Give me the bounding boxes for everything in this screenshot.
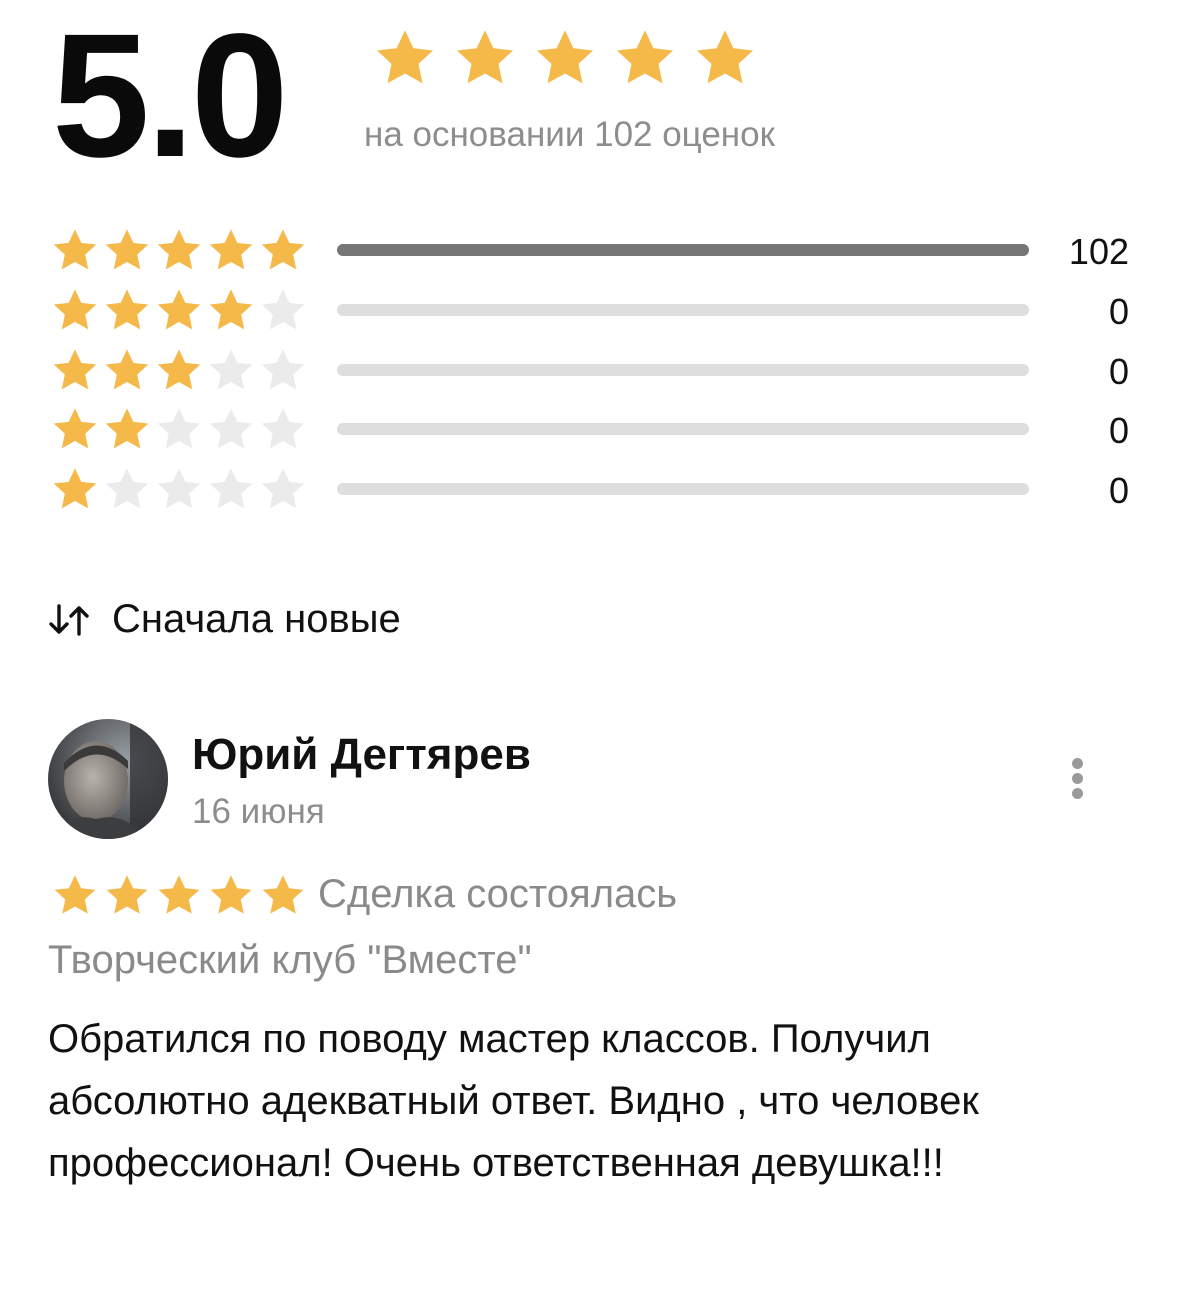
star-empty-icon (105, 468, 149, 509)
star-empty-icon (261, 349, 305, 390)
star-filled-icon (105, 408, 149, 449)
rating-count: 0 (1108, 410, 1129, 451)
avatar-photo (48, 719, 168, 839)
star-filled-icon (209, 289, 253, 330)
star-empty-icon (209, 468, 253, 509)
star-filled-icon (157, 349, 201, 390)
star-filled-icon (53, 289, 97, 330)
rating-row-3[interactable]: 0 (50, 346, 1150, 396)
star-empty-icon (209, 408, 253, 449)
star-filled-icon (376, 30, 434, 84)
rating-row-5[interactable]: 102 (50, 226, 1150, 276)
star-filled-icon (53, 468, 97, 509)
rating-count: 0 (1108, 291, 1129, 332)
review-listing-title[interactable]: Творческий клуб "Вместе" (48, 938, 532, 983)
star-filled-icon (53, 349, 97, 390)
star-empty-icon (261, 468, 305, 509)
star-filled-icon (157, 229, 201, 270)
rating-bar-track (337, 364, 1029, 376)
review-rating-stars (50, 872, 308, 920)
avatar[interactable] (48, 719, 168, 839)
star-filled-icon (536, 30, 594, 84)
star-filled-icon (209, 229, 253, 270)
rating-row-4[interactable]: 0 (50, 286, 1150, 336)
rating-bar-track (337, 244, 1029, 256)
ratings-count-caption: на основании 102 оценок (364, 115, 775, 154)
star-empty-icon (157, 408, 201, 449)
star-filled-icon (456, 30, 514, 84)
rating-count: 102 (1068, 231, 1129, 272)
average-rating-stars (372, 26, 758, 92)
star-empty-icon (261, 408, 305, 449)
deal-status: Сделка состоялась (318, 872, 678, 916)
star-empty-icon (261, 289, 305, 330)
star-empty-icon (209, 349, 253, 390)
average-score: 5.0 (52, 0, 289, 194)
star-filled-icon (210, 875, 252, 914)
rating-bar-track (337, 423, 1029, 435)
star-filled-icon (54, 875, 96, 914)
more-vertical-icon[interactable] (1066, 758, 1090, 800)
star-filled-icon (262, 875, 304, 914)
rating-bar-fill (337, 244, 1029, 256)
star-filled-icon (105, 289, 149, 330)
review-author-name[interactable]: Юрий Дегтярев (192, 730, 531, 780)
star-filled-icon (105, 229, 149, 270)
star-filled-icon (105, 349, 149, 390)
rating-row-1[interactable]: 0 (50, 465, 1150, 515)
sort-control[interactable]: Сначала новые (48, 597, 401, 642)
rating-bar-track (337, 304, 1029, 316)
row-stars (50, 346, 308, 396)
star-filled-icon (157, 289, 201, 330)
star-filled-icon (53, 408, 97, 449)
rating-bar-track (337, 483, 1029, 495)
sort-arrows-icon (49, 603, 89, 636)
rating-count: 0 (1108, 470, 1129, 511)
rating-count: 0 (1108, 351, 1129, 392)
star-filled-icon (158, 875, 200, 914)
star-filled-icon (261, 229, 305, 270)
star-filled-icon (106, 875, 148, 914)
row-stars (50, 226, 308, 276)
review-text: Обратился по поводу мастер классов. Полу… (48, 1017, 979, 1185)
star-filled-icon (53, 229, 97, 270)
star-empty-icon (157, 468, 201, 509)
row-stars (50, 465, 308, 515)
star-filled-icon (616, 30, 674, 84)
row-stars (50, 405, 308, 455)
rating-row-2[interactable]: 0 (50, 405, 1150, 455)
row-stars (50, 286, 308, 336)
review-date: 16 июня (192, 792, 325, 831)
star-filled-icon (696, 30, 754, 84)
sort-label: Сначала новые (112, 597, 401, 641)
